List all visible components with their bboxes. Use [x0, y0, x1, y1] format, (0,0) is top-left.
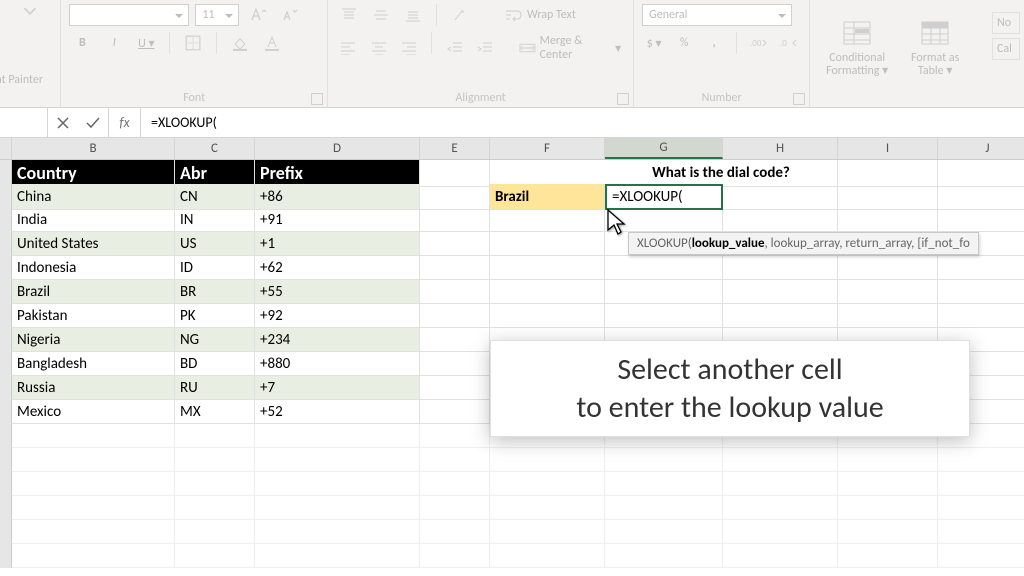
format-as-table-button[interactable]: Format as Table ▾ [896, 4, 974, 94]
question-cell[interactable]: What is the dial code? [605, 160, 838, 187]
font-group-label: Font [61, 91, 327, 105]
instruction-callout: Select another cell to enter the lookup … [490, 340, 970, 437]
conditional-formatting-button[interactable]: Conditional Formatting ▾ [818, 4, 896, 94]
table-header[interactable]: Country [12, 160, 175, 187]
col-header[interactable]: E [420, 138, 490, 159]
font-group: 11 B I U ▾ Font [61, 0, 328, 107]
table-row[interactable]: India IN +91 [0, 208, 1024, 232]
comma-button[interactable]: , [702, 32, 726, 54]
alignment-group: Wrap Text Merge & Center ▾ Alignment [328, 0, 634, 107]
format-painter-label: at Painter [0, 73, 43, 87]
number-group-label: Number [634, 91, 809, 105]
lookup-label-cell[interactable]: Brazil [490, 184, 605, 210]
col-header[interactable]: J [938, 138, 1024, 159]
question-cell-part[interactable] [490, 160, 605, 187]
font-dialog-launcher[interactable] [311, 93, 323, 105]
decrease-indent-icon[interactable] [442, 37, 466, 59]
borders-button[interactable] [180, 32, 206, 54]
formula-input[interactable]: =XLOOKUP( [141, 108, 1024, 137]
font-color-button[interactable] [259, 32, 285, 54]
col-header[interactable]: C [175, 138, 255, 159]
italic-button[interactable]: I [101, 32, 127, 54]
table-row[interactable]: Brazil BR +55 [0, 280, 1024, 304]
cell-styles-fragment: No Cal [988, 0, 1024, 107]
svg-text:.0: .0 [780, 38, 787, 49]
number-group: General $ ▾ % , .00 .0 Number [634, 0, 810, 107]
percent-button[interactable]: % [672, 32, 696, 54]
alignment-dialog-launcher[interactable] [617, 93, 629, 105]
col-header[interactable]: B [12, 138, 175, 159]
table-header[interactable]: Prefix [255, 160, 420, 187]
fill-color-button[interactable] [227, 32, 253, 54]
merge-center-button[interactable]: Merge & Center ▾ [515, 32, 625, 64]
fx-icon[interactable]: fx [109, 108, 141, 137]
callout-line: Select another cell [513, 351, 947, 389]
font-size-dropdown[interactable]: 11 [195, 4, 239, 26]
align-right-icon[interactable] [397, 37, 421, 59]
col-header[interactable] [0, 138, 12, 159]
col-header[interactable]: D [255, 138, 420, 159]
callout-line: to enter the lookup value [513, 389, 947, 427]
number-dialog-launcher[interactable] [793, 93, 805, 105]
formula-bar: fx =XLOOKUP( [0, 108, 1024, 138]
ribbon: at Painter 11 B I U ▾ [0, 0, 1024, 108]
col-header-selected[interactable]: G [605, 138, 723, 159]
table-header[interactable]: Abr [175, 160, 255, 187]
clipboard-group: at Painter [0, 0, 61, 107]
function-tooltip: XLOOKUP(lookup_value, lookup_array, retu… [628, 232, 979, 255]
bold-button[interactable]: B [69, 32, 95, 54]
name-box[interactable] [0, 108, 48, 137]
increase-decimal-icon[interactable]: .00 [747, 32, 771, 54]
table-row[interactable]: Pakistan PK +92 [0, 304, 1024, 328]
enter-formula-button[interactable] [78, 117, 108, 129]
col-header[interactable]: I [838, 138, 938, 159]
svg-text:.00: .00 [750, 38, 762, 49]
decrease-decimal-icon[interactable]: .0 [777, 32, 801, 54]
cancel-formula-button[interactable] [48, 117, 78, 129]
wrap-text-button[interactable]: Wrap Text [501, 6, 580, 24]
currency-button[interactable]: $ ▾ [642, 32, 666, 54]
number-format-dropdown[interactable]: General [642, 4, 792, 26]
font-name-dropdown[interactable] [69, 4, 189, 26]
increase-indent-icon[interactable] [473, 37, 497, 59]
paste-dropdown-icon [23, 4, 37, 18]
normal-style[interactable]: No [992, 12, 1020, 34]
table-row[interactable]: Indonesia ID +62 [0, 256, 1024, 280]
calculation-style[interactable]: Cal [992, 38, 1020, 60]
align-middle-icon[interactable] [368, 4, 394, 26]
align-center-icon[interactable] [366, 37, 390, 59]
orientation-icon[interactable] [447, 4, 473, 26]
align-bottom-icon[interactable] [400, 4, 426, 26]
alignment-group-label: Alignment [328, 91, 633, 105]
col-header[interactable]: H [723, 138, 838, 159]
underline-button[interactable]: U ▾ [133, 32, 159, 54]
align-top-icon[interactable] [336, 4, 362, 26]
table-row[interactable]: China CN +86 Brazil =XLOOKUP( [0, 184, 1024, 208]
mouse-cursor-icon [606, 208, 626, 234]
align-left-icon[interactable] [336, 37, 360, 59]
increase-font-icon[interactable] [245, 4, 271, 26]
col-header[interactable]: F [490, 138, 605, 159]
decrease-font-icon[interactable] [277, 4, 303, 26]
styles-group: Conditional Formatting ▾ Format as Table… [810, 0, 988, 107]
editing-cell[interactable]: =XLOOKUP( [605, 184, 723, 210]
column-headers: B C D E F G H I J [0, 138, 1024, 160]
